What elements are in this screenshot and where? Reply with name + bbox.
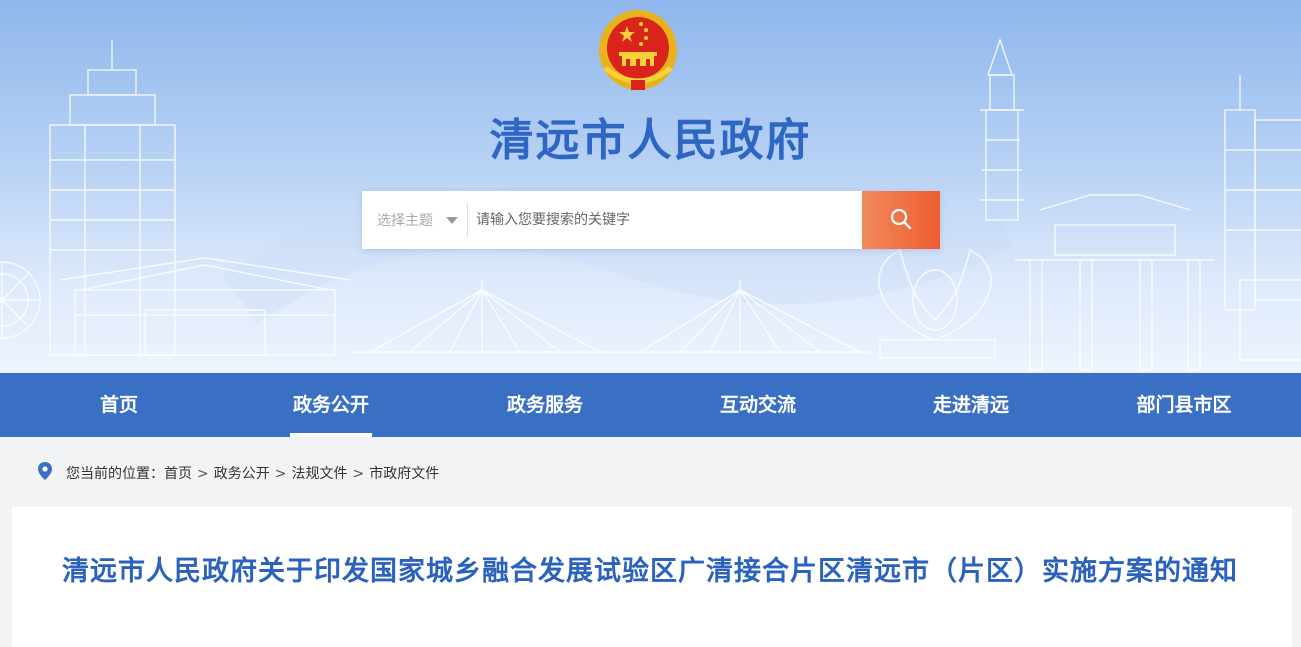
nav-item-gov-services[interactable]: 政务服务	[485, 373, 605, 437]
nav-item-departments[interactable]: 部门县市区	[1124, 373, 1244, 437]
article-panel: 清远市人民政府关于印发国家城乡融合发展试验区广清接合片区清远市（片区）实施方案的…	[12, 507, 1292, 647]
nav-item-interaction[interactable]: 互动交流	[698, 373, 818, 437]
breadcrumb-separator: >	[352, 466, 365, 482]
breadcrumb-link-regulations[interactable]: 法规文件	[291, 466, 347, 482]
nav-item-home[interactable]: 首页	[59, 373, 179, 437]
search-button[interactable]	[862, 191, 940, 249]
breadcrumb-link-city-gov-documents[interactable]: 市政府文件	[369, 466, 439, 482]
search-divider	[467, 203, 468, 237]
breadcrumb-link-home[interactable]: 首页	[164, 466, 192, 482]
main-nav: 首页 政务公开 政务服务 互动交流 走进清远 部门县市区	[0, 373, 1301, 437]
nav-item-label: 政务服务	[506, 394, 583, 416]
nav-item-label: 互动交流	[719, 394, 796, 416]
nav-item-about-qingyuan[interactable]: 走进清远	[911, 373, 1031, 437]
search-bar: 选择主题	[362, 191, 940, 249]
breadcrumb: 您当前的位置：首页 > 政务公开 > 法规文件 > 市政府文件	[66, 463, 439, 483]
article-title: 清远市人民政府关于印发国家城乡融合发展试验区广清接合片区清远市（片区）实施方案的…	[62, 556, 1238, 587]
search-icon	[890, 208, 912, 229]
nav-item-label: 走进清远	[932, 394, 1009, 416]
breadcrumb-link-gov-affairs-open[interactable]: 政务公开	[214, 466, 270, 482]
search-input[interactable]	[476, 191, 856, 249]
breadcrumb-prefix: 您当前的位置：	[66, 466, 164, 482]
nav-item-label: 部门县市区	[1136, 394, 1232, 416]
site-header: 清远市人民政府 选择主题	[0, 0, 1301, 373]
topic-select[interactable]: 选择主题	[362, 191, 466, 249]
location-pin-icon	[38, 462, 52, 480]
nav-item-label: 首页	[99, 394, 138, 416]
nav-item-label: 政务公开	[292, 394, 369, 416]
nav-item-gov-affairs-open[interactable]: 政务公开	[290, 373, 372, 437]
nav-active-indicator	[290, 433, 372, 437]
national-emblem-icon	[599, 10, 677, 90]
topic-select-label: 选择主题	[377, 213, 433, 229]
breadcrumb-separator: >	[197, 466, 209, 482]
breadcrumb-separator: >	[274, 466, 287, 482]
caret-down-icon	[446, 217, 458, 224]
site-title: 清远市人民政府	[489, 115, 812, 166]
